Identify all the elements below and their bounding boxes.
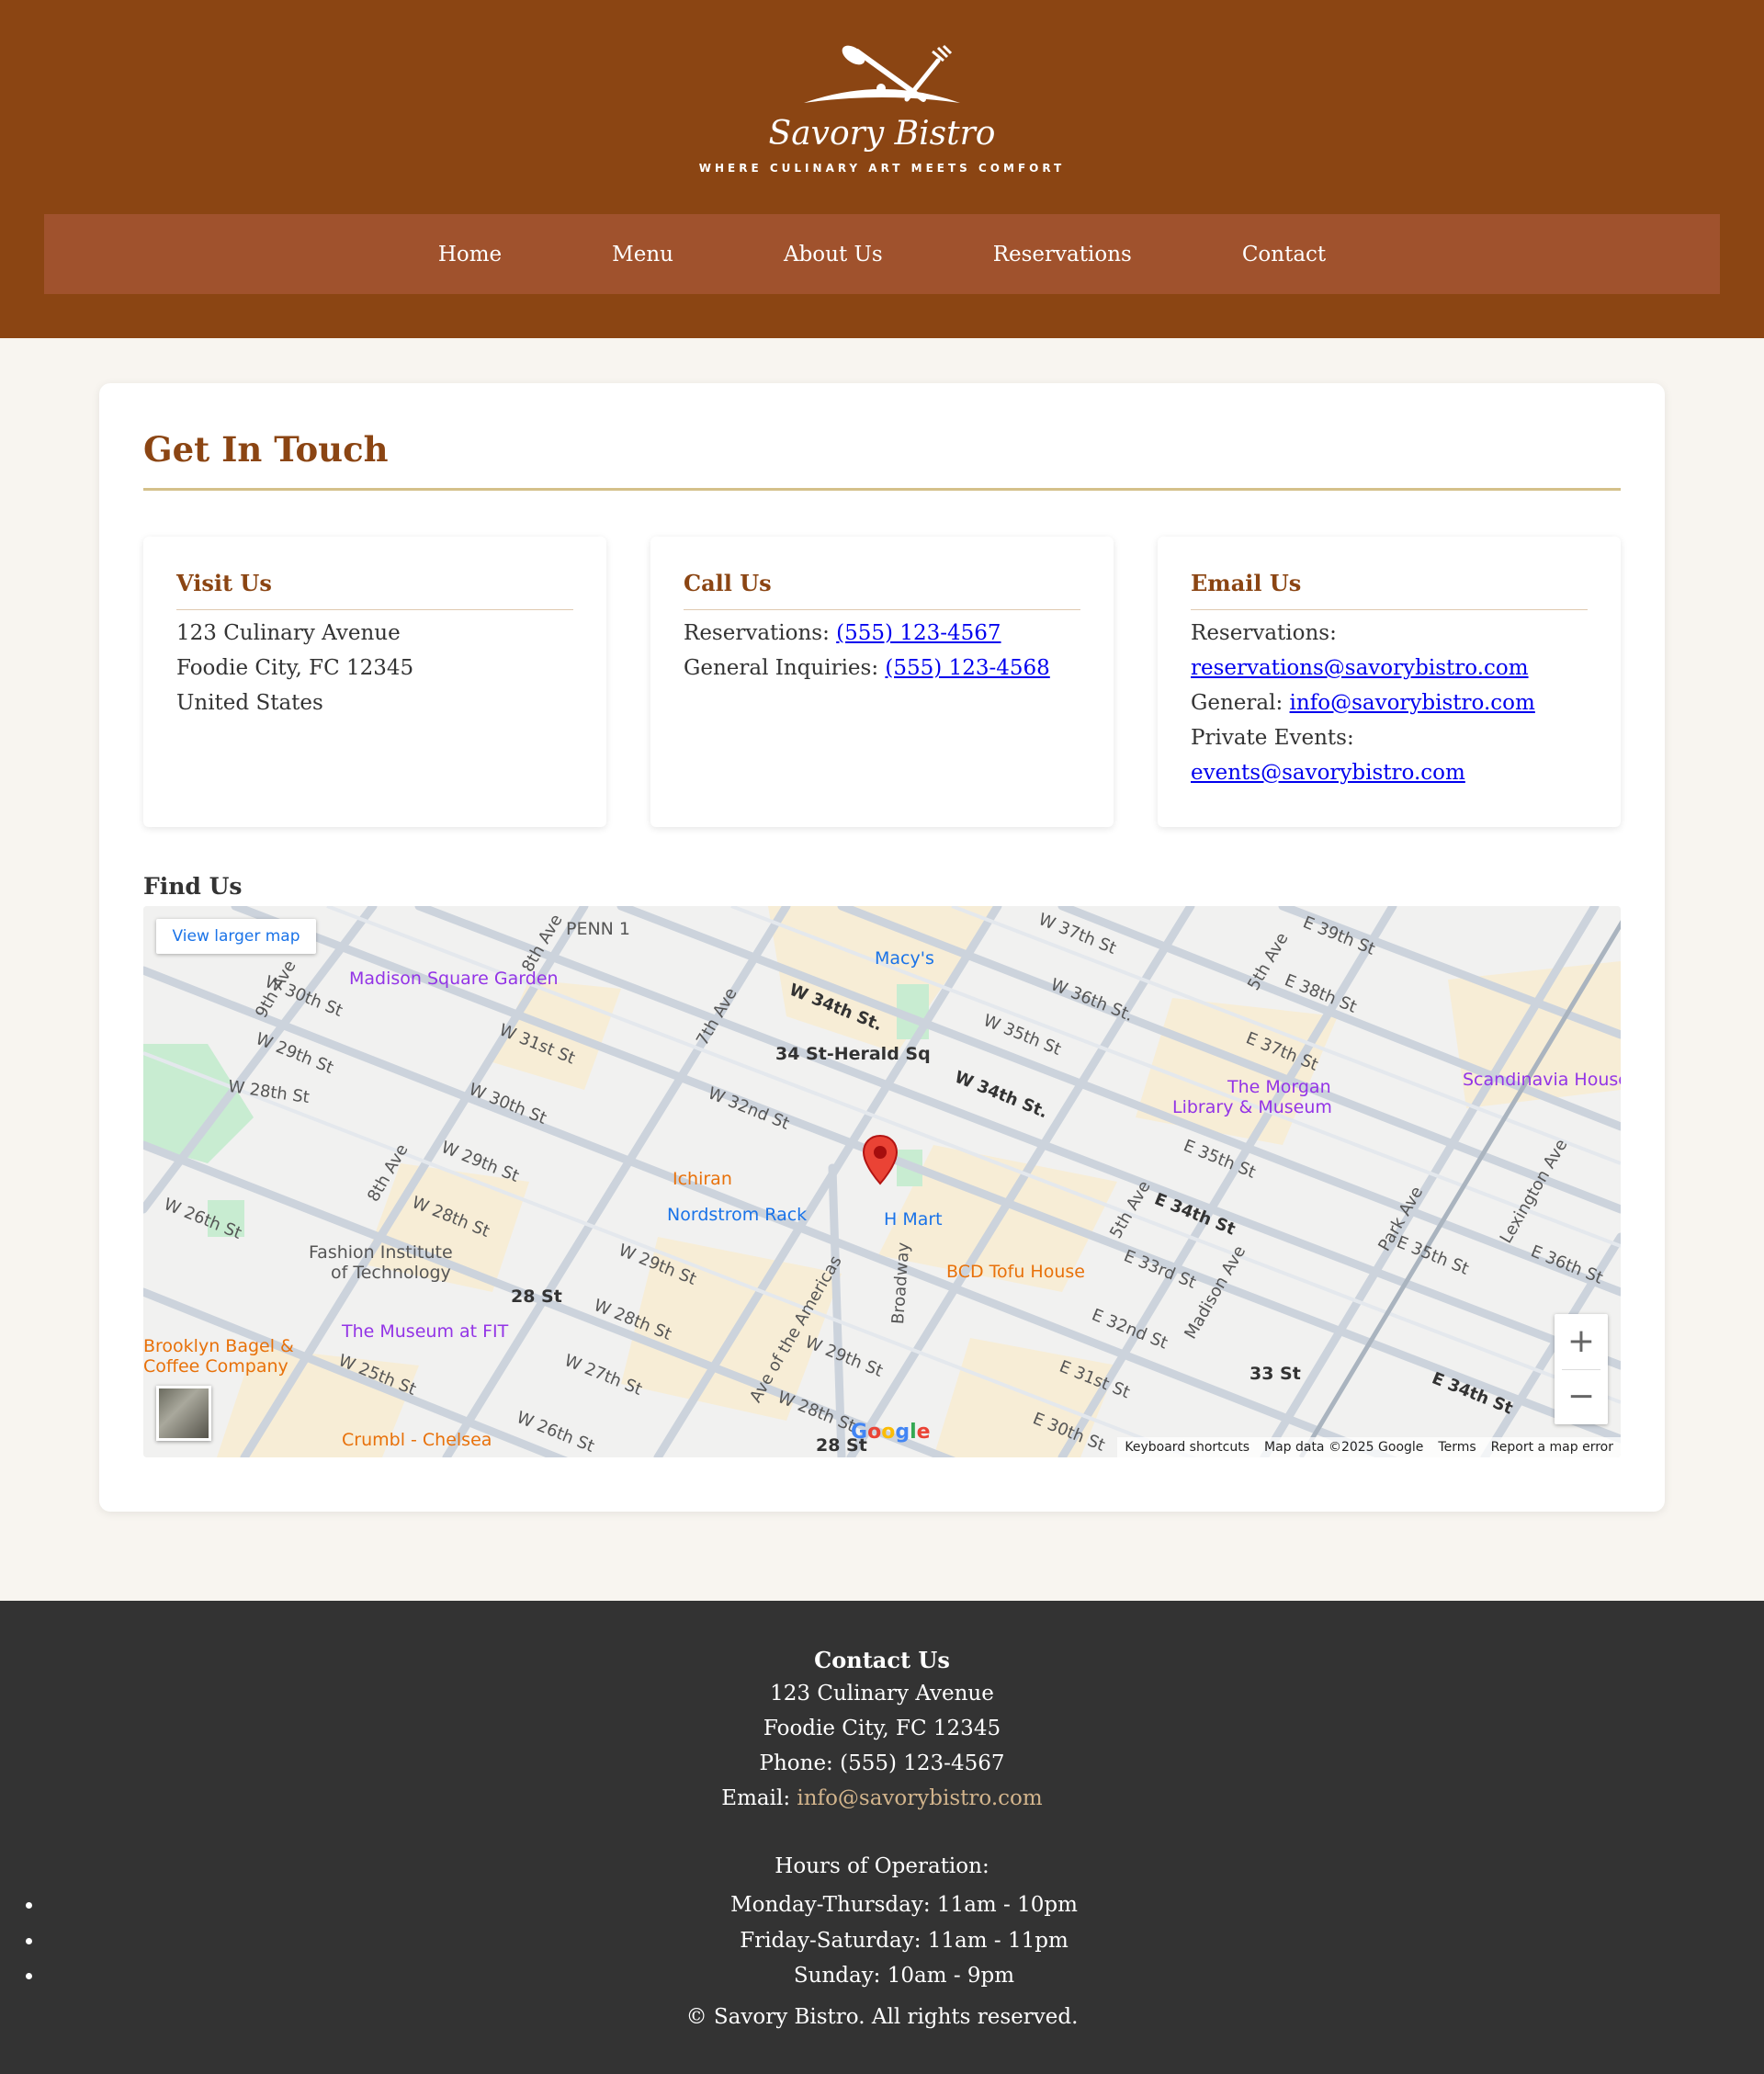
private-events-label: Private Events:: [1191, 726, 1354, 750]
map-poi-museum-fit[interactable]: The Museum at FIT: [342, 1321, 508, 1342]
location-pin-icon[interactable]: [862, 1134, 899, 1185]
main-nav: Home Menu About Us Reservations Contact: [44, 214, 1720, 294]
map-poi-33st[interactable]: 33 St: [1250, 1364, 1301, 1384]
find-us-heading: Find Us: [143, 873, 243, 900]
map-poi-nordstrom[interactable]: Nordstrom Rack: [667, 1205, 807, 1225]
general-phone-link[interactable]: (555) 123-4568: [885, 656, 1049, 680]
call-us-title: Call Us: [684, 570, 1080, 610]
footer-address-2: Foodie City, FC 12345: [763, 1717, 1001, 1740]
map-poi-scandinavia[interactable]: Scandinavia House: [1463, 1070, 1621, 1090]
map-poi-bcd[interactable]: BCD Tofu House: [946, 1262, 1085, 1282]
address-line-2: Foodie City, FC 12345: [176, 656, 414, 680]
general-phone-line: General Inquiries: (555) 123-4568: [684, 651, 1080, 686]
nav-about-us[interactable]: About Us: [729, 243, 938, 266]
nav-home[interactable]: Home: [383, 243, 557, 266]
email-us-title: Email Us: [1191, 570, 1588, 610]
title-divider: [143, 488, 1621, 491]
site-header: Savory Bistro WHERE CULINARY ART MEETS C…: [0, 0, 1764, 338]
call-us-box: Call Us Reservations: (555) 123-4567 Gen…: [650, 537, 1114, 827]
hours-title: Hours of Operation:: [775, 1854, 989, 1878]
general-phone-label: General Inquiries:: [684, 656, 879, 680]
private-events-email-link[interactable]: events@savorybistro.com: [1191, 761, 1465, 785]
map-poi-macys[interactable]: Macy's: [875, 948, 934, 969]
reservations-phone-label: Reservations:: [684, 621, 830, 645]
satellite-toggle[interactable]: [156, 1386, 211, 1441]
map-poi-hmart[interactable]: H Mart: [884, 1209, 943, 1230]
map-poi-morgan[interactable]: The Morgan: [1227, 1077, 1331, 1097]
reservations-email-link[interactable]: reservations@savorybistro.com: [1191, 656, 1529, 680]
view-larger-map-link[interactable]: View larger map: [156, 919, 316, 954]
footer-address-1: 123 Culinary Avenue: [770, 1682, 994, 1706]
footer-phone: Phone: (555) 123-4567: [759, 1751, 1005, 1775]
report-error-link[interactable]: Report a map error: [1491, 1437, 1613, 1457]
visit-us-box: Visit Us 123 Culinary Avenue Foodie City…: [143, 537, 606, 827]
hours-list: Monday-Thursday: 11am - 10pm Friday-Satu…: [0, 1887, 1764, 1994]
map-data-text: Map data ©2025 Google: [1263, 1440, 1424, 1455]
zoom-divider: [1562, 1369, 1600, 1370]
map-poi-herald-sq[interactable]: 34 St-Herald Sq: [775, 1044, 931, 1064]
footer-title: Contact Us: [814, 1647, 950, 1673]
hours-item: Sunday: 10am - 9pm: [44, 1958, 1764, 1994]
fork-knife-plate-icon: [804, 44, 960, 103]
map-poi-brooklyn-bagel[interactable]: Brooklyn Bagel &: [143, 1336, 294, 1356]
page-title: Get In Touch: [143, 429, 389, 470]
site-footer: Contact Us 123 Culinary Avenue Foodie Ci…: [0, 1601, 1764, 2074]
map-poi-28st[interactable]: 28 St: [511, 1286, 562, 1307]
general-email-label: General:: [1191, 691, 1283, 715]
visit-us-title: Visit Us: [176, 570, 573, 610]
brand-tagline: WHERE CULINARY ART MEETS COMFORT: [698, 162, 1066, 175]
email-us-box: Email Us Reservations: reservations@savo…: [1158, 537, 1621, 827]
zoom-controls: + −: [1555, 1314, 1608, 1424]
general-email-link[interactable]: info@savorybistro.com: [1290, 691, 1535, 715]
zoom-in-button[interactable]: +: [1555, 1314, 1608, 1369]
hours-item: Monday-Thursday: 11am - 10pm: [44, 1887, 1764, 1923]
footer-email-label: Email:: [721, 1786, 791, 1810]
google-logo: Google: [851, 1421, 931, 1444]
map-poi-msg[interactable]: Madison Square Garden: [349, 969, 559, 989]
map-poi-fit[interactable]: Fashion Institute: [309, 1242, 453, 1263]
keyboard-shortcuts-link[interactable]: Keyboard shortcuts: [1125, 1437, 1250, 1457]
brand-name: Savory Bistro: [768, 115, 996, 153]
contact-card: Get In Touch Visit Us 123 Culinary Avenu…: [99, 383, 1665, 1512]
reservations-phone-link[interactable]: (555) 123-4567: [836, 621, 1001, 645]
address-line-1: 123 Culinary Avenue: [176, 621, 401, 645]
reservations-phone-line: Reservations: (555) 123-4567: [684, 616, 1080, 651]
map-poi-morgan-2[interactable]: Library & Museum: [1172, 1097, 1332, 1117]
nav-reservations[interactable]: Reservations: [938, 243, 1187, 266]
map-poi-brooklyn-bagel-2[interactable]: Coffee Company: [143, 1356, 288, 1377]
copyright: © Savory Bistro. All rights reserved.: [685, 2005, 1079, 2029]
footer-email-line: Email: info@savorybistro.com: [0, 1786, 1764, 1810]
nav-contact[interactable]: Contact: [1187, 243, 1381, 266]
map-poi-crumbl[interactable]: Crumbl - Chelsea: [342, 1430, 492, 1450]
map-attribution: Keyboard shortcuts Map data ©2025 Google…: [1117, 1437, 1621, 1457]
embedded-map[interactable]: View larger map 9th Ave W 30th St W 29th…: [143, 906, 1621, 1457]
terms-link[interactable]: Terms: [1438, 1437, 1476, 1457]
address-line-3: United States: [176, 691, 323, 715]
map-poi-penn[interactable]: PENN 1: [566, 919, 630, 939]
nav-menu[interactable]: Menu: [557, 243, 729, 266]
footer-email-link[interactable]: info@savorybistro.com: [797, 1786, 1042, 1810]
zoom-out-button[interactable]: −: [1555, 1369, 1608, 1424]
map-poi-fit-2[interactable]: of Technology: [331, 1263, 451, 1283]
reservations-email-label: Reservations:: [1191, 621, 1337, 645]
general-email-line: General: info@savorybistro.com: [1191, 686, 1588, 720]
brand-logo[interactable]: Savory Bistro WHERE CULINARY ART MEETS C…: [680, 44, 1084, 182]
map-poi-ichiran[interactable]: Ichiran: [673, 1169, 732, 1189]
hours-item: Friday-Saturday: 11am - 11pm: [44, 1923, 1764, 1959]
